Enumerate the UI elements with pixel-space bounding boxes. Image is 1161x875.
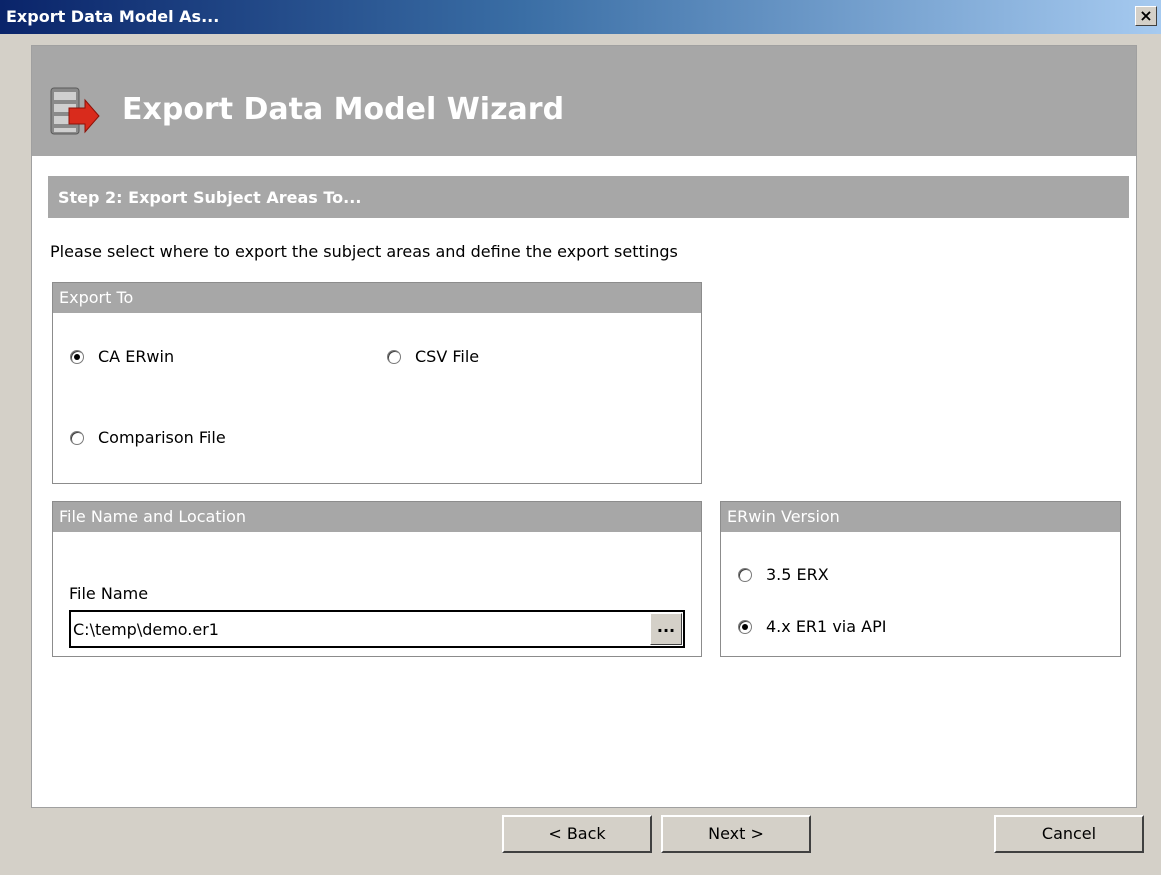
window-title: Export Data Model As... <box>6 7 220 26</box>
wizard-title: Export Data Model Wizard <box>122 92 565 127</box>
radio-erx-35[interactable]: 3.5 ERX <box>738 565 829 584</box>
radio-er1-api-label: 4.x ER1 via API <box>766 617 887 636</box>
radio-erx-35-label: 3.5 ERX <box>766 565 829 584</box>
step-header: Step 2: Export Subject Areas To... <box>48 176 1129 218</box>
erwin-version-header: ERwin Version <box>721 502 1120 532</box>
file-location-group: File Name and Location File Name ... <box>52 501 702 657</box>
step-title: Step 2: Export Subject Areas To... <box>58 188 362 207</box>
cancel-button[interactable]: Cancel <box>994 815 1144 853</box>
back-button[interactable]: < Back <box>502 815 652 853</box>
close-button[interactable]: × <box>1135 6 1157 26</box>
radio-ca-erwin-indicator[interactable] <box>70 349 84 364</box>
erwin-version-group: ERwin Version 3.5 ERX 4.x ER1 via API <box>720 501 1121 657</box>
title-bar: Export Data Model As... × <box>0 0 1161 34</box>
radio-csv-file[interactable]: CSV File <box>387 347 479 366</box>
wizard-panel: Export Data Model Wizard Step 2: Export … <box>31 45 1137 808</box>
radio-comparison-file[interactable]: Comparison File <box>70 428 226 447</box>
export-to-group: Export To CA ERwin CSV File Comparison F… <box>52 282 702 484</box>
radio-ca-erwin-label: CA ERwin <box>98 347 175 366</box>
export-to-header: Export To <box>53 283 701 313</box>
radio-erx-35-indicator[interactable] <box>738 567 752 582</box>
radio-csv-file-label: CSV File <box>415 347 480 366</box>
file-location-header: File Name and Location <box>53 502 701 532</box>
radio-er1-api[interactable]: 4.x ER1 via API <box>738 617 886 636</box>
radio-er1-api-indicator[interactable] <box>738 619 752 634</box>
instructions-text: Please select where to export the subjec… <box>50 242 678 261</box>
file-name-input[interactable] <box>69 610 685 648</box>
radio-ca-erwin[interactable]: CA ERwin <box>70 347 174 366</box>
file-name-label: File Name <box>69 584 149 603</box>
radio-comparison-file-label: Comparison File <box>98 428 226 447</box>
radio-csv-file-indicator[interactable] <box>387 349 401 364</box>
browse-button[interactable]: ... <box>650 613 682 645</box>
radio-comparison-file-indicator[interactable] <box>70 430 84 445</box>
wizard-banner: Export Data Model Wizard <box>32 46 1136 156</box>
export-database-icon <box>50 87 100 135</box>
next-button[interactable]: Next > <box>661 815 811 853</box>
